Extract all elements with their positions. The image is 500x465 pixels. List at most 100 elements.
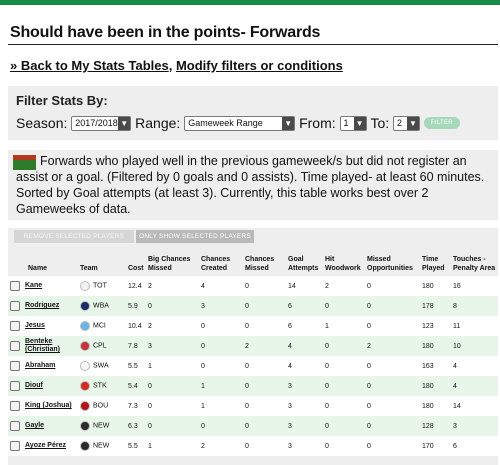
table-body: Kane TOT 12.4 2 4 0 14 2 0 180 16 Rodriguez WBA 5.9 0 3… [8,276,498,456]
hit-woodwork-cell: 0 [325,362,329,370]
chances-created-cell: 1 [201,402,205,410]
team-kit-icon [80,441,90,451]
row-select-checkbox[interactable] [10,301,20,311]
row-select-checkbox[interactable] [10,341,20,351]
player-name-link[interactable]: Rodriguez [25,302,59,310]
column-header-big-chances-missed[interactable]: Big Chances Missed [146,252,199,276]
missed-opportunities-cell: 0 [367,322,371,330]
team-cell: BOU [78,396,126,416]
team-code: BOU [93,402,109,410]
row-select-checkbox[interactable] [10,361,20,371]
team-kit-icon [80,281,90,291]
row-select-checkbox[interactable] [10,381,20,391]
touches-penalty-area-cell: 16 [453,282,461,290]
team-code: STK [93,382,107,390]
row-select-checkbox[interactable] [10,281,20,291]
player-name-link[interactable]: Abraham [25,362,55,370]
team-kit-icon [80,421,90,431]
cost-cell: 5.5 [128,442,138,450]
cost-cell: 5.9 [128,302,138,310]
chances-created-cell: 2 [201,442,205,450]
row-select-checkbox[interactable] [10,421,20,431]
description-text: Forwards who played well in the previous… [16,154,485,216]
player-name-link[interactable]: Jesus [25,322,45,330]
column-header-time-played[interactable]: Time Played [420,252,451,276]
column-header-chances-created[interactable]: Chances Created [199,252,243,276]
player-name-link[interactable]: Kane [25,282,42,290]
touches-penalty-area-cell: 4 [453,362,457,370]
team-cell: NEW [78,416,126,436]
column-header-team[interactable]: Team [78,252,126,276]
column-header-name[interactable]: Name [8,252,78,276]
chances-missed-cell: 0 [245,382,249,390]
column-header-touches-penalty-area[interactable]: Touches - Penalty Area [451,252,498,276]
missed-opportunities-cell: 0 [367,302,371,310]
player-name-link[interactable]: King (Joshua) [25,402,72,410]
cost-cell: 5.4 [128,382,138,390]
team-code: WBA [93,302,109,310]
team-cell: SWA [78,356,126,376]
team-cell: STK [78,376,126,396]
column-header-cost[interactable]: Cost [126,252,146,276]
chances-missed-cell: 0 [245,282,249,290]
touches-penalty-area-cell: 4 [453,382,457,390]
touches-penalty-area-cell: 6 [453,442,457,450]
player-cell: Rodriguez [8,296,78,316]
missed-opportunities-cell: 0 [367,422,371,430]
row-select-checkbox[interactable] [10,321,20,331]
hit-woodwork-cell: 0 [325,422,329,430]
team-kit-icon [80,341,90,351]
team-code: TOT [93,282,107,290]
chances-missed-cell: 0 [245,402,249,410]
stats-table-panel: REMOVE SELECTED PLAYERS ONLY SHOW SELECT… [8,228,498,465]
only-show-selected-button[interactable]: ONLY SHOW SELECTED PLAYERS [136,230,254,243]
player-name-link[interactable]: Gayle [25,422,44,430]
player-name-link[interactable]: Benteke (Christian) [25,338,77,354]
player-name-link[interactable]: Ayoze Pérez [25,442,66,450]
table-row: Jesus MCI 10.4 2 0 0 6 1 0 123 11 [8,316,498,336]
touches-penalty-area-cell: 14 [453,402,461,410]
filter-controls: Season: 2017/2018 ▼ Range: Gameweek Rang… [16,114,460,131]
big-chances-missed-cell: 0 [148,302,152,310]
chances-missed-cell: 0 [245,422,249,430]
time-played-cell: 123 [422,322,434,330]
team-cell: TOT [78,276,126,296]
goal-attempts-cell: 4 [288,342,292,350]
team-code: NEW [93,422,110,430]
row-select-checkbox[interactable] [10,441,20,451]
big-chances-missed-cell: 1 [148,442,152,450]
missed-opportunities-cell: 0 [367,442,371,450]
filter-button[interactable]: FILTER [423,117,460,130]
chances-missed-cell: 2 [245,342,249,350]
player-name-link[interactable]: Diouf [25,382,43,390]
chances-created-cell: 0 [201,342,205,350]
hit-woodwork-cell: 2 [325,282,329,290]
column-header-missed-opportunities[interactable]: Missed Opportunities [365,252,420,276]
team-kit-icon [80,361,90,371]
player-cell: Kane [8,276,78,296]
column-header-hit-woodwork[interactable]: Hit Woodwork [323,252,365,276]
big-chances-missed-cell: 0 [148,422,152,430]
time-played-cell: 180 [422,282,434,290]
column-header-chances-missed[interactable]: Chances Missed [243,252,286,276]
chevron-down-icon: ▼ [353,116,366,130]
team-cell: NEW [78,436,126,456]
to-select-value: 2 [397,117,403,128]
time-played-cell: 180 [422,342,434,350]
time-played-cell: 178 [422,302,434,310]
remove-selected-button[interactable]: REMOVE SELECTED PLAYERS [14,230,134,243]
chevron-down-icon: ▼ [407,116,420,130]
table-row: Rodriguez WBA 5.9 0 3 0 6 0 0 178 8 [8,296,498,316]
from-select[interactable]: 1 ▼ [339,115,367,131]
back-to-stats-link[interactable]: » Back to My Stats Tables [10,58,169,73]
touches-penalty-area-cell: 10 [453,342,461,350]
column-header-goal-attempts[interactable]: Goal Attempts [286,252,323,276]
season-select[interactable]: 2017/2018 ▼ [71,115,132,131]
team-cell: WBA [78,296,126,316]
hit-woodwork-cell: 0 [325,442,329,450]
row-select-checkbox[interactable] [10,401,20,411]
range-select-value: Gameweek Range [188,117,263,128]
to-select[interactable]: 2 ▼ [393,115,421,131]
modify-filters-link[interactable]: Modify filters or conditions [176,58,343,73]
range-select[interactable]: Gameweek Range ▼ [184,115,296,131]
